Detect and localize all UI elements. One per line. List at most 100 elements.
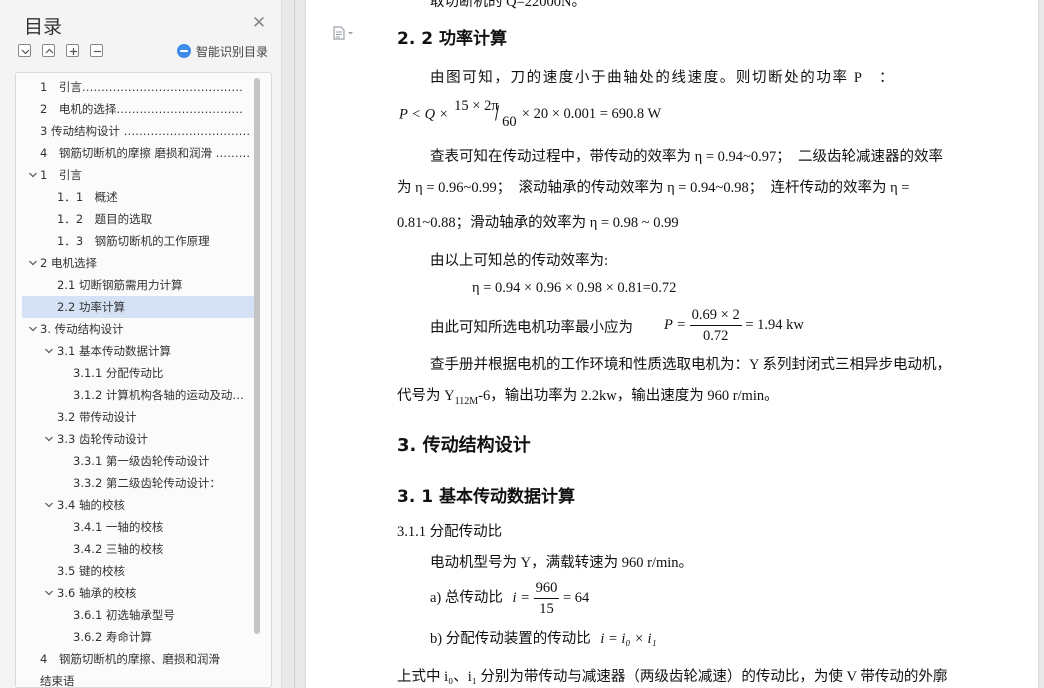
collapse-all-icon[interactable] [42, 44, 55, 57]
section-heading-3-1: 3. 1 基本传动数据计算 [397, 487, 575, 507]
toc-item[interactable]: 3.6 轴承的校核 [22, 582, 254, 604]
formula-text: × 20 × 0.001 = 690.8 W [521, 106, 662, 123]
toc-item[interactable]: 2 电机选择 [22, 252, 254, 274]
toc-item[interactable]: 4 钢筋切断机的摩擦 磨损和润滑 ……………………… [22, 142, 254, 164]
smart-toc-label: 智能识别目录 [196, 44, 269, 59]
toc-item-label: 4 钢筋切断机的摩擦 磨损和润滑 ……………………… [40, 146, 254, 160]
chevron-down-icon[interactable] [28, 324, 38, 334]
page-menu-icon[interactable] [332, 26, 356, 40]
toc-item-label: 3.4.2 三轴的校核 [73, 542, 164, 556]
paragraph: 由图可知，刀的速度小于曲轴处的线速度。则切断处的功率 P ： [430, 70, 896, 86]
toc-item[interactable]: 3.1.2 计算机构各轴的运动及动力参数 [22, 384, 254, 406]
toc-item-label: 2 电机的选择……………………………………………………… [40, 102, 254, 116]
toc-item[interactable]: 3.3 齿轮传动设计 [22, 428, 254, 450]
fraction: 960 15 [533, 578, 560, 619]
formula-power-2: P = 0.69 × 2 0.72 = 1.94 kw [664, 305, 804, 346]
text-run: 代号为 Y [397, 388, 455, 404]
formula-text: = 1.94 kw [745, 316, 804, 333]
toc-item[interactable]: 3.1.1 分配传动比 [22, 362, 254, 384]
toc-item-label: 3.1.2 计算机构各轴的运动及动力参数 [73, 388, 254, 402]
nav-title: 目录 [24, 16, 63, 38]
toc-item-label: 1．2 题目的选取 [57, 212, 153, 226]
toc-item-label: 3 传动结构设计 …………………………………………………… [40, 124, 254, 138]
toc-item[interactable]: 3.4.2 三轴的校核 [22, 538, 254, 560]
toc-item[interactable]: 1 引言……………………………………………………………… [22, 76, 254, 98]
fraction-denominator: 0.72 [702, 328, 729, 344]
slash-fraction: 15 × 2π / 60 [452, 98, 517, 132]
smart-toc-icon [177, 44, 191, 58]
toc-item-label: 3.4.1 一轴的校核 [73, 520, 164, 534]
toc-item-label: 3. 传动结构设计 [40, 322, 124, 336]
toc-item[interactable]: 3.6.1 初选轴承型号 [22, 604, 254, 626]
toc-item[interactable]: 2.2 功率计算 [22, 296, 254, 318]
toc-item[interactable]: 3.5 键的校核 [22, 560, 254, 582]
chevron-down-icon[interactable] [28, 258, 38, 268]
fraction: 0.69 × 2 0.72 [689, 305, 742, 346]
toc-item-label: 3.1.1 分配传动比 [73, 366, 164, 380]
subscript: 112M [454, 395, 479, 407]
chevron-down-icon[interactable] [44, 434, 54, 444]
toc-item[interactable]: 1．1 概述 [22, 186, 254, 208]
formula-text: P < Q × [399, 106, 449, 123]
chevron-down-icon[interactable] [44, 346, 54, 356]
toc-item[interactable]: 3.4.1 一轴的校核 [22, 516, 254, 538]
formula-text: = 64 [562, 589, 590, 606]
formula-label: b) 分配传动装置的传动比 [430, 631, 591, 647]
chevron-down-icon[interactable] [28, 170, 38, 180]
paragraph: 查表可知在传动过程中，带传动的效率为 η = 0.94~0.97； 二级齿轮减速… [430, 149, 943, 165]
paragraph: 由以上可知总的传动效率为: [430, 253, 609, 269]
toc-item-label: 2.2 功率计算 [57, 300, 125, 314]
remove-heading-icon[interactable] [90, 44, 103, 57]
toc-item-label: 2.1 切断钢筋需用力计算 [57, 278, 183, 292]
formula-efficiency: η = 0.94 × 0.96 × 0.98 × 0.81=0.72 [472, 280, 677, 296]
toc-item[interactable]: 2 电机的选择……………………………………………………… [22, 98, 254, 120]
toc-item[interactable]: 结束语 [22, 670, 254, 688]
toc-item-label: 3.3.1 第一级齿轮传动设计 [73, 454, 210, 468]
paragraph: 上式中 i₀、i₁ 分别为带传动与减速器（两级齿轮减速）的传动比，为使 V 带传… [397, 669, 948, 685]
toc-scrollbar[interactable] [254, 78, 260, 634]
toc-item[interactable]: 3. 传动结构设计 [22, 318, 254, 340]
smart-toc-button[interactable]: 智能识别目录 [177, 43, 268, 59]
formula-power-1: P < Q × 15 × 2π / 60 × 20 × 0.001 = 690.… [399, 98, 661, 132]
formula-total-ratio: a) 总传动比 i = 960 15 = 64 [430, 578, 589, 619]
toc-item-label: 结束语 [40, 674, 75, 688]
toc-item-label: 1．1 概述 [57, 190, 118, 204]
toc-item[interactable]: 1 引言 [22, 164, 254, 186]
paragraph: 为 η = 0.96~0.99； 滚动轴承的传动效率为 η = 0.94~0.9… [397, 180, 910, 196]
formula-text: i = i₀ × i₁ [600, 631, 657, 647]
chevron-down-icon[interactable] [44, 500, 54, 510]
paragraph: 0.81~0.88；滑动轴承的效率为 η = 0.98 ~ 0.99 [397, 215, 679, 231]
formula-label: a) 总传动比 [430, 589, 503, 606]
add-heading-icon[interactable] [66, 44, 79, 57]
navigation-pane: 目录 ✕ 智能识别目录 1 引言………………………………………………………………… [0, 0, 282, 688]
toc-item[interactable]: 3.3.2 第二级齿轮传动设计： [22, 472, 254, 494]
fraction-denominator: 60 [502, 114, 517, 130]
fraction-denominator: 15 [539, 601, 554, 617]
toc-item[interactable]: 3.6.2 寿命计算 [22, 626, 254, 648]
toc-item-label: 1 引言 [40, 168, 82, 182]
toc-item[interactable]: 4 钢筋切断机的摩擦、磨损和润滑 [22, 648, 254, 670]
formula-text: i = [512, 589, 530, 606]
toc-item-label: 3.1 基本传动数据计算 [57, 344, 171, 358]
expand-all-icon[interactable] [18, 44, 31, 57]
toc-item-label: 1 引言……………………………………………………………… [40, 80, 254, 94]
toc-item-label: 1．3 钢筋切断机的工作原理 [57, 234, 210, 248]
chevron-down-icon[interactable] [44, 588, 54, 598]
toc-item-label: 3.5 键的校核 [57, 564, 125, 578]
toc-item-label: 3.6.2 寿命计算 [73, 630, 152, 644]
toc-item[interactable]: 3.1 基本传动数据计算 [22, 340, 254, 362]
subsection-heading-3-1-1: 3.1.1 分配传动比 [397, 524, 503, 540]
toc-item-label: 3.3.2 第二级齿轮传动设计： [73, 476, 221, 490]
toc-item[interactable]: 3.4 轴的校核 [22, 494, 254, 516]
toc-item[interactable]: 1．2 题目的选取 [22, 208, 254, 230]
pane-divider[interactable] [294, 0, 295, 688]
toc-item[interactable]: 3 传动结构设计 …………………………………………………… [22, 120, 254, 142]
toc-item[interactable]: 2.1 切断钢筋需用力计算 [22, 274, 254, 296]
toc-item[interactable]: 1．3 钢筋切断机的工作原理 [22, 230, 254, 252]
toc-item[interactable]: 3.3.1 第一级齿轮传动设计 [22, 450, 254, 472]
section-heading-3: 3. 传动结构设计 [397, 435, 531, 456]
toc-item[interactable]: 3.2 带传动设计 [22, 406, 254, 428]
close-icon[interactable]: ✕ [250, 14, 268, 32]
fraction-slash: / [492, 99, 502, 126]
paragraph: 由此可知所选电机功率最小应为 [430, 320, 633, 336]
